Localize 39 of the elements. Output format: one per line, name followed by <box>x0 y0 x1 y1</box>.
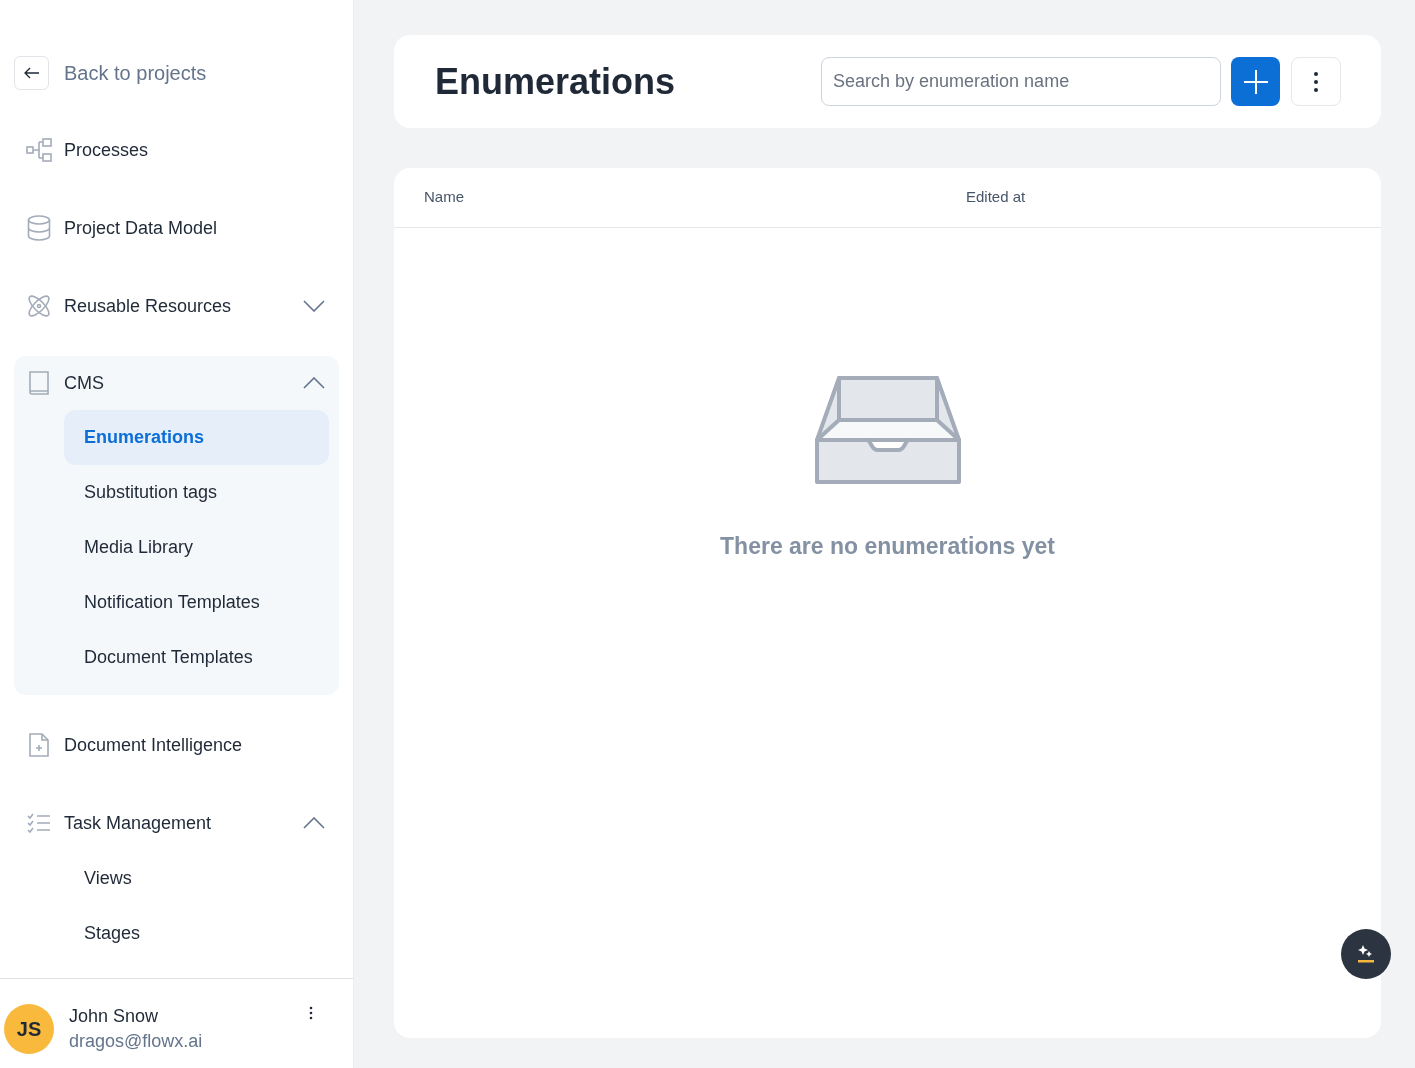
column-header: Name <box>424 187 465 208</box>
more-options-icon <box>1314 71 1318 92</box>
more-options-icon[interactable] <box>309 1006 313 1020</box>
nav-subitem[interactable]: Document Templates <box>64 630 329 685</box>
plus-icon <box>1243 69 1268 94</box>
chevron-up-icon[interactable] <box>303 377 325 389</box>
nav-subitem[interactable]: Notification Templates <box>64 575 329 630</box>
nav-subitem[interactable]: Stages <box>64 906 329 961</box>
add-button[interactable] <box>1231 57 1280 106</box>
user-email: dragos@flowx.ai <box>69 1030 204 1053</box>
nav-item[interactable]: Project Data Model <box>64 214 325 242</box>
empty-inbox-icon <box>814 376 961 484</box>
back-arrow-icon <box>23 67 40 79</box>
database-icon <box>26 215 52 241</box>
nav-item[interactable]: Reusable Resources <box>64 292 303 320</box>
atom-icon <box>26 294 52 318</box>
user-avatar: JS <box>4 1004 54 1054</box>
nav-subitem[interactable]: Enumerations <box>64 410 329 465</box>
nav-subitem[interactable]: Media Library <box>64 520 329 575</box>
nav-item[interactable]: Processes <box>64 136 325 164</box>
sparkle-icon <box>1357 944 1375 964</box>
nav-subitem[interactable]: Views <box>64 851 329 906</box>
back-link[interactable]: Back to projects <box>64 58 207 88</box>
nav-item[interactable]: Task Management <box>64 809 303 837</box>
search-field[interactable]: Search by enumeration name <box>821 57 1221 106</box>
flowchart-icon <box>26 138 52 162</box>
book-icon <box>26 370 52 396</box>
column-header: Edited at <box>966 187 1027 208</box>
empty-message: There are no enumerations yet <box>720 532 1055 561</box>
document-plus-icon <box>26 732 52 758</box>
page-title: Enumerations <box>435 59 677 104</box>
user-name: John Snow <box>69 1005 160 1028</box>
nav-subitem[interactable]: Substitution tags <box>64 465 329 520</box>
nav-item[interactable]: CMS <box>64 369 303 397</box>
back-button[interactable] <box>14 56 49 90</box>
chevron-down-icon[interactable] <box>303 300 325 312</box>
chevron-up-icon[interactable] <box>303 817 325 829</box>
checklist-icon <box>26 813 52 833</box>
nav-item[interactable]: Document Intelligence <box>64 731 325 759</box>
